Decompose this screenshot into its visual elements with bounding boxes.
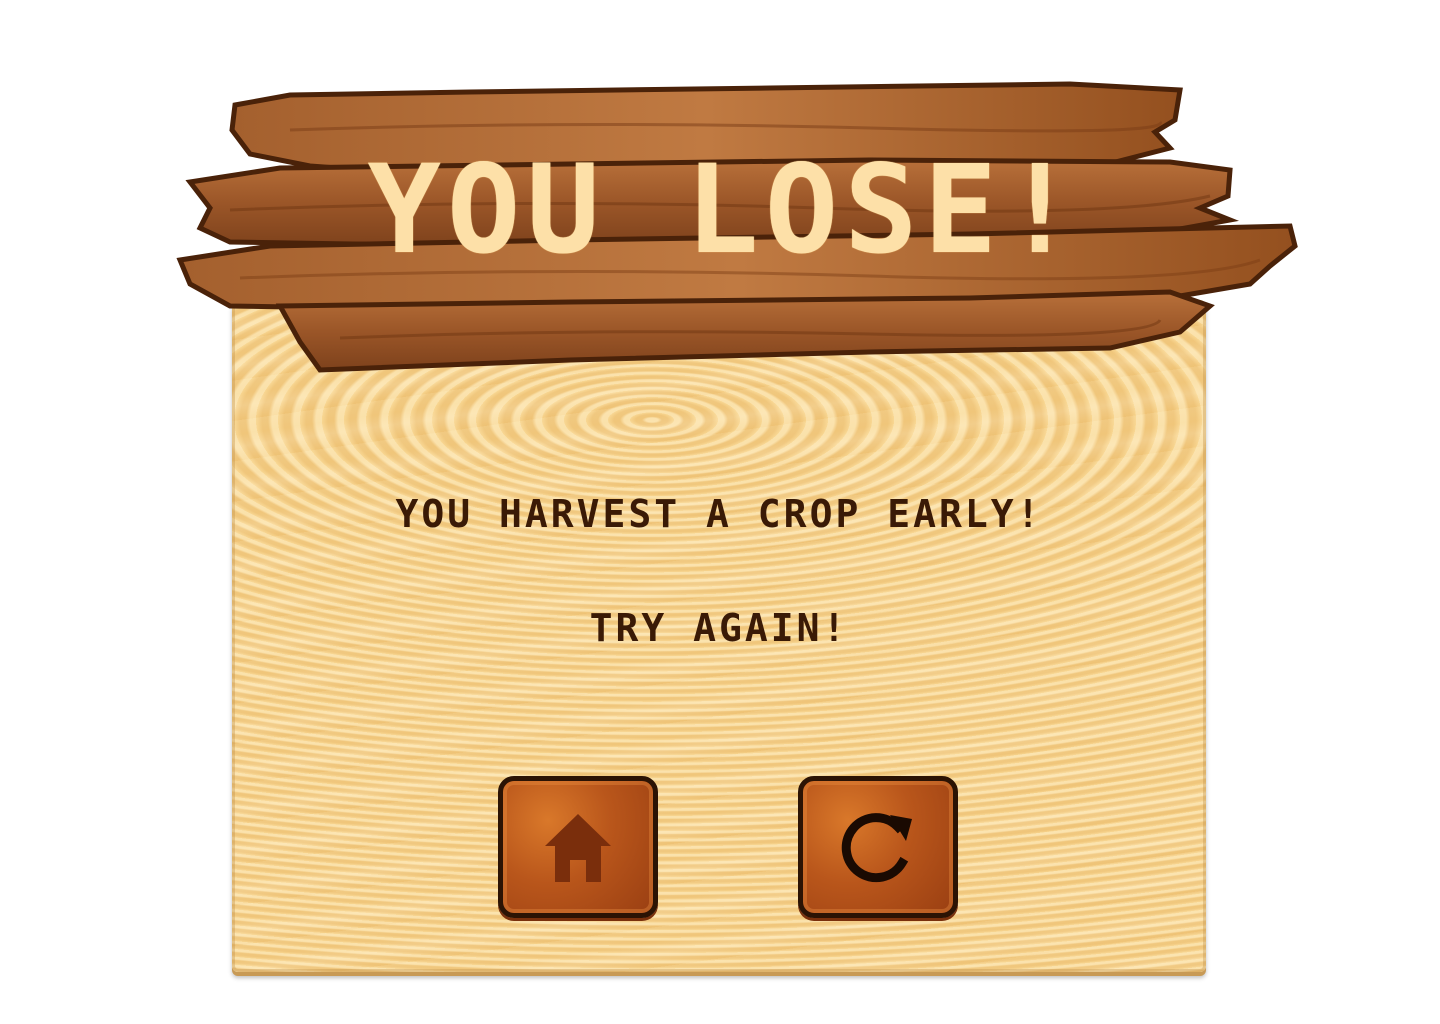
home-button[interactable] [498, 776, 658, 918]
try-again-text: TRY AGAIN! [589, 606, 849, 650]
house-icon [545, 814, 611, 882]
retry-button[interactable] [798, 776, 958, 918]
page-title: YOU LOSE! [367, 139, 1083, 281]
game-over-screen: YOU LOSE! YOU HARVEST A CROP EARLY! TRY … [0, 0, 1440, 1024]
restart-icon [841, 813, 912, 883]
lose-reason-text: YOU HARVEST A CROP EARLY! [395, 492, 1043, 536]
